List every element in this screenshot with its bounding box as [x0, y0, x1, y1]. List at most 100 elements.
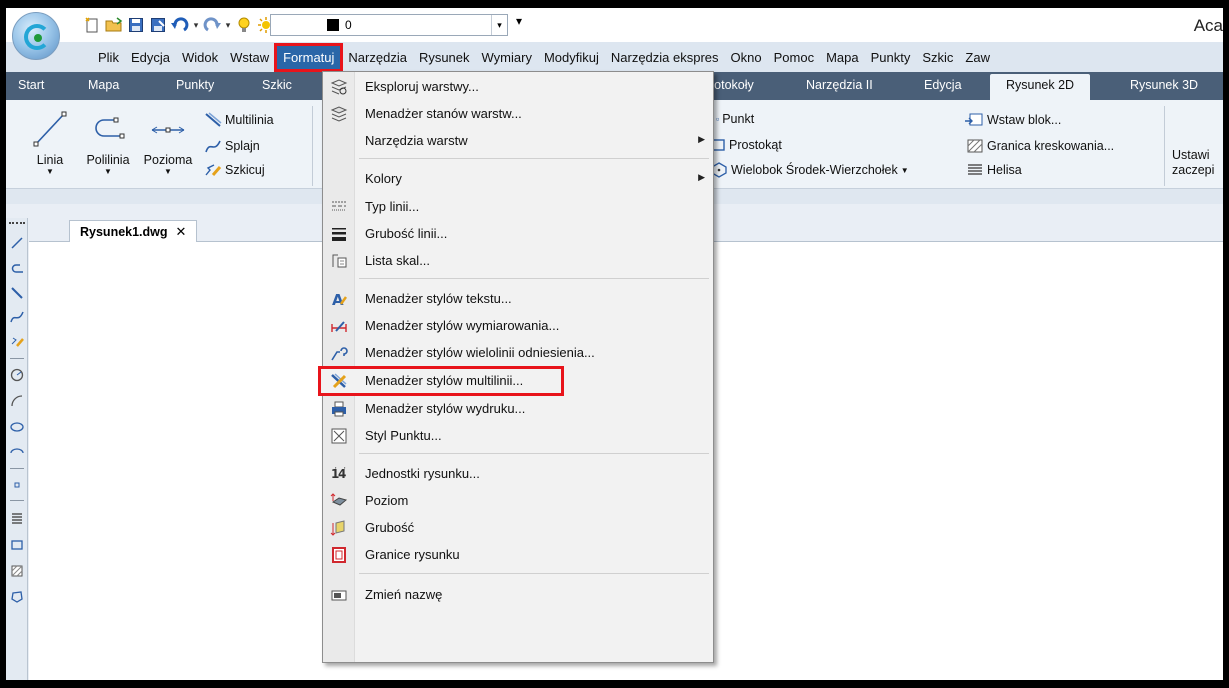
- ellipse-tool-icon[interactable]: [8, 416, 26, 438]
- spline-tool-icon[interactable]: [8, 306, 26, 328]
- redo-icon[interactable]: [202, 15, 222, 35]
- undo-icon[interactable]: [170, 15, 190, 35]
- menu-narzedzia[interactable]: Narzędzia: [342, 46, 413, 69]
- menu-item-styl-multilinii[interactable]: Menadżer stylów multilinii...: [318, 366, 564, 396]
- menu-widok[interactable]: Widok: [176, 46, 224, 69]
- close-icon[interactable]: ✕: [176, 224, 187, 240]
- menu-item-kolory[interactable]: Kolory ▶: [323, 166, 713, 192]
- menu-item-label: Narzędzia warstw: [365, 133, 468, 148]
- menu-item-grubosc-linii[interactable]: Grubość linii...: [323, 221, 713, 247]
- menu-item-poziom[interactable]: Poziom: [323, 488, 713, 514]
- tab-rysunek-2d[interactable]: Rysunek 2D: [990, 74, 1091, 100]
- window-title: Aca: [1193, 16, 1223, 35]
- helix-tool-icon[interactable]: [8, 508, 26, 530]
- menu-wstaw[interactable]: Wstaw: [224, 46, 275, 69]
- menu-item-styl-wydruku[interactable]: Menadżer stylów wydruku...: [323, 396, 713, 422]
- pozioma-dropdown-icon[interactable]: ▼: [140, 167, 196, 176]
- rectangle-tool-icon[interactable]: [8, 534, 26, 556]
- point-tool-icon[interactable]: [8, 474, 26, 496]
- wstaw-blok-button[interactable]: Wstaw blok...: [964, 112, 1061, 128]
- helisa-button[interactable]: Helisa: [966, 162, 1022, 178]
- ustawienia-zaczepienia-button[interactable]: Ustawi zaczepi: [1172, 148, 1223, 178]
- menu-item-menadzer-stanow-warstw[interactable]: Menadżer stanów warstw...: [323, 101, 713, 127]
- tab-rysunek-3d[interactable]: Rysunek 3D: [1130, 78, 1198, 92]
- menu-szkic[interactable]: Szkic: [916, 46, 959, 69]
- xline-tool-icon: [151, 126, 185, 134]
- app-logo-button[interactable]: [12, 12, 60, 60]
- tab-szkic[interactable]: Szkic: [262, 78, 292, 92]
- wielobok-dropdown-icon[interactable]: ▼: [901, 166, 909, 175]
- menu-item-narzedzia-warstw[interactable]: Narzędzia warstw ▶: [323, 128, 713, 154]
- tab-edycja[interactable]: Edycja: [924, 78, 962, 92]
- chevron-down-icon[interactable]: ▾: [491, 15, 507, 35]
- multiline-tool-icon[interactable]: [8, 282, 26, 304]
- menu-item-styl-punktu[interactable]: Styl Punktu...: [323, 423, 713, 449]
- toolbar-grip[interactable]: [9, 222, 25, 225]
- circle-tool-icon[interactable]: [8, 364, 26, 386]
- save-as-icon[interactable]: [148, 15, 168, 35]
- szkicuj-label: Szkicuj: [225, 163, 265, 177]
- redo-dropdown-icon[interactable]: ▾: [224, 20, 232, 31]
- line-tool-icon[interactable]: [8, 232, 26, 254]
- menu-plik[interactable]: Plik: [92, 46, 125, 69]
- ellipse-arc-tool-icon[interactable]: [8, 442, 26, 464]
- punkt-button[interactable]: ▫ Punkt: [716, 112, 754, 126]
- menu-item-eksploruj-warstwy[interactable]: Eksploruj warstwy...: [323, 74, 713, 100]
- svg-text:A: A: [332, 291, 344, 308]
- menu-item-styl-wymiarowania[interactable]: Menadżer stylów wymiarowania...: [323, 313, 713, 339]
- menu-formatuj[interactable]: Formatuj: [274, 42, 344, 72]
- document-tab[interactable]: Rysunek1.dwg ✕: [69, 220, 198, 242]
- region-tool-icon[interactable]: [8, 586, 26, 608]
- menu-pomoc[interactable]: Pomoc: [768, 46, 820, 69]
- layer-combo-box[interactable]: 0 ▾: [270, 14, 508, 36]
- menu-modyfikuj[interactable]: Modyfikuj: [538, 46, 605, 69]
- menu-item-styl-wielolinii-odniesienia[interactable]: Menadżer stylów wielolinii odniesienia..…: [323, 340, 713, 366]
- arc-tool-icon[interactable]: [8, 390, 26, 412]
- tab-mapa[interactable]: Mapa: [88, 78, 119, 92]
- point-icon: ▫: [716, 114, 720, 124]
- menu-item-granice-rysunku[interactable]: Granice rysunku: [323, 542, 713, 568]
- linia-dropdown-icon[interactable]: ▼: [30, 167, 70, 176]
- menu-item-label: Kolory: [365, 171, 402, 186]
- tab-protokoly[interactable]: rotokoły: [710, 78, 754, 92]
- menu-item-typ-linii[interactable]: Typ linii...: [323, 194, 713, 220]
- linia-button[interactable]: Linia ▼: [30, 106, 70, 186]
- polilinia-button[interactable]: Polilinia ▼: [80, 106, 136, 186]
- rename-icon: [330, 586, 348, 604]
- layer-on-bulb-icon[interactable]: [234, 15, 254, 35]
- hatch-tool-icon[interactable]: [8, 560, 26, 582]
- szkicuj-button[interactable]: Szkicuj: [204, 162, 265, 178]
- menu-item-lista-skal[interactable]: Lista skal...: [323, 248, 713, 274]
- menu-punkty[interactable]: Punkty: [865, 46, 917, 69]
- wielobok-button[interactable]: Wielobok Środek-Wierzchołek ▼: [710, 162, 909, 178]
- undo-dropdown-icon[interactable]: ▾: [192, 20, 200, 31]
- menu-rysunek[interactable]: Rysunek: [413, 46, 476, 69]
- menu-item-styl-tekstu[interactable]: A Menadżer stylów tekstu...: [323, 286, 713, 312]
- menu-item-grubosc[interactable]: Grubość: [323, 515, 713, 541]
- menu-okno[interactable]: Okno: [725, 46, 768, 69]
- qat-customize-button[interactable]: ▾: [516, 14, 522, 28]
- polilinia-dropdown-icon[interactable]: ▼: [80, 167, 136, 176]
- menu-item-jednostki-rysunku[interactable]: 1 4 ' ' Jednostki rysunku...: [323, 461, 713, 487]
- tab-punkty[interactable]: Punkty: [176, 78, 214, 92]
- menu-zaw[interactable]: Zaw: [959, 46, 996, 69]
- pozioma-button[interactable]: Pozioma ▼: [140, 106, 196, 186]
- new-file-icon[interactable]: [82, 15, 102, 35]
- prostokat-button[interactable]: Prostokąt: [710, 138, 782, 152]
- screenshot-frame: ▾ ▾ 0 ▾ ▾ Aca Plik Edycja Widok Wstaw Fo…: [0, 0, 1229, 688]
- save-icon[interactable]: [126, 15, 146, 35]
- polyline-tool-icon[interactable]: [8, 258, 26, 280]
- tab-start[interactable]: Start: [18, 78, 44, 92]
- sketch-tool-icon[interactable]: [8, 330, 26, 352]
- splajn-button[interactable]: Splajn: [204, 138, 260, 154]
- submenu-arrow-icon: ▶: [698, 172, 705, 182]
- open-file-icon[interactable]: [104, 15, 124, 35]
- menu-mapa[interactable]: Mapa: [820, 46, 865, 69]
- granica-kreskowania-button[interactable]: Granica kreskowania...: [966, 138, 1114, 154]
- menu-wymiary[interactable]: Wymiary: [476, 46, 538, 69]
- menu-edycja[interactable]: Edycja: [125, 46, 176, 69]
- menu-item-zmien-nazwe[interactable]: Zmień nazwę: [323, 582, 713, 608]
- multilinia-button[interactable]: Multilinia: [204, 112, 274, 128]
- menu-narzedzia-ekspres[interactable]: Narzędzia ekspres: [605, 46, 725, 69]
- tab-narzedzia-ii[interactable]: Narzędzia II: [806, 78, 873, 92]
